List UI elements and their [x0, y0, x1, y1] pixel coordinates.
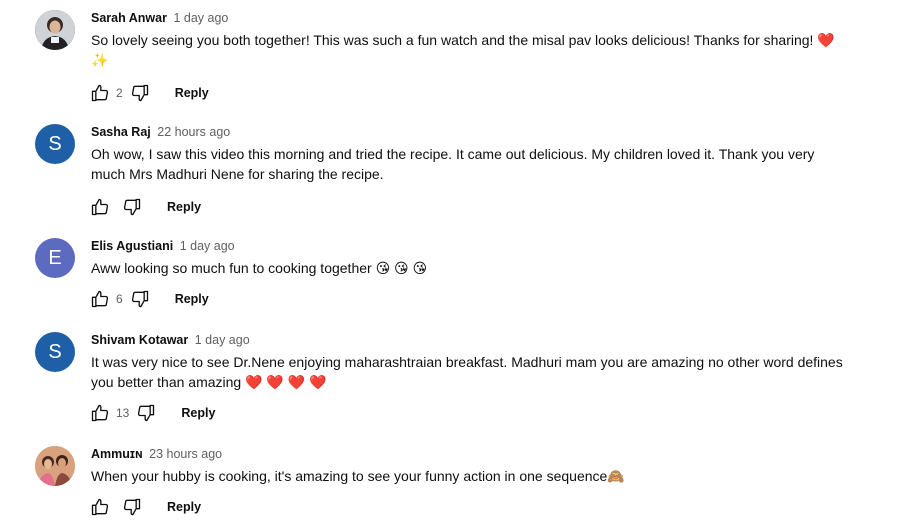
avatar[interactable]: S — [35, 332, 75, 372]
dislike-button[interactable] — [129, 82, 151, 104]
dislike-button[interactable] — [121, 496, 143, 518]
avatar[interactable] — [35, 10, 75, 50]
thumbs-down-icon — [131, 290, 148, 308]
comment-time[interactable]: 1 day ago — [173, 11, 228, 25]
comment-header: Elis Agustiani 1 day ago — [91, 238, 235, 254]
user-photo-avatar-icon — [35, 10, 75, 50]
comment-text: Oh wow, I saw this video this morning an… — [91, 146, 815, 182]
like-button[interactable] — [89, 82, 111, 104]
avatar-letter: E — [48, 246, 62, 269]
avatar[interactable] — [35, 446, 75, 486]
like-button[interactable] — [89, 196, 111, 218]
comment-actions: Reply — [89, 195, 201, 219]
thumbs-down-icon — [123, 198, 141, 216]
thumbs-up-icon — [91, 84, 109, 102]
comment-author[interactable]: Sarah Anwar — [91, 11, 167, 25]
like-button[interactable] — [89, 496, 111, 518]
comment-time[interactable]: 23 hours ago — [149, 447, 222, 461]
reply-button[interactable]: Reply — [175, 292, 209, 306]
thumbs-up-icon — [91, 498, 109, 516]
avatar[interactable]: E — [35, 238, 75, 278]
thumbs-down-icon — [138, 404, 155, 422]
comment-author[interactable]: Ammuɪɴ — [91, 447, 143, 461]
reply-button[interactable]: Reply — [167, 500, 201, 514]
dislike-button[interactable] — [121, 196, 143, 218]
thumbs-up-icon — [91, 198, 109, 216]
comment-header: Sasha Raj 22 hours ago — [91, 124, 230, 140]
comment-actions: 2 Reply — [89, 81, 209, 105]
avatar[interactable]: S — [35, 124, 75, 164]
avatar-letter: S — [48, 340, 62, 363]
comment-text: Aww looking so much fun to cooking toget… — [91, 260, 428, 276]
comment-text: So lovely seeing you both together! This… — [91, 32, 835, 68]
reply-button[interactable]: Reply — [167, 200, 201, 214]
comment-text: It was very nice to see Dr.Nene enjoying… — [91, 354, 843, 390]
user-photo-avatar-icon — [35, 446, 75, 486]
like-button[interactable] — [89, 402, 111, 424]
comment-actions: Reply — [89, 495, 201, 519]
comment-header: Sarah Anwar 1 day ago — [91, 10, 228, 26]
dislike-button[interactable] — [129, 288, 151, 310]
comment-time[interactable]: 22 hours ago — [157, 125, 230, 139]
reply-button[interactable]: Reply — [181, 406, 215, 420]
comment-header: Shivam Kotawar 1 day ago — [91, 332, 250, 348]
like-count: 13 — [116, 406, 130, 420]
comment-author[interactable]: Shivam Kotawar — [91, 333, 188, 347]
thumbs-up-icon — [91, 290, 109, 308]
comment-actions: 13 Reply — [89, 401, 215, 425]
like-count: 6 — [116, 292, 123, 306]
comment-time[interactable]: 1 day ago — [195, 333, 250, 347]
comment-text: When your hubby is cooking, it's amazing… — [91, 468, 625, 484]
reply-button[interactable]: Reply — [175, 86, 209, 100]
thumbs-down-icon — [123, 498, 141, 516]
comment-author[interactable]: Sasha Raj — [91, 125, 151, 139]
like-count: 2 — [116, 86, 123, 100]
avatar-letter: S — [48, 132, 62, 155]
comment-actions: 6 Reply — [89, 287, 209, 311]
comment-time[interactable]: 1 day ago — [180, 239, 235, 253]
like-button[interactable] — [89, 288, 111, 310]
thumbs-up-icon — [91, 404, 109, 422]
comment-author[interactable]: Elis Agustiani — [91, 239, 173, 253]
dislike-button[interactable] — [135, 402, 157, 424]
comment-header: Ammuɪɴ 23 hours ago — [91, 446, 222, 462]
thumbs-down-icon — [131, 84, 148, 102]
